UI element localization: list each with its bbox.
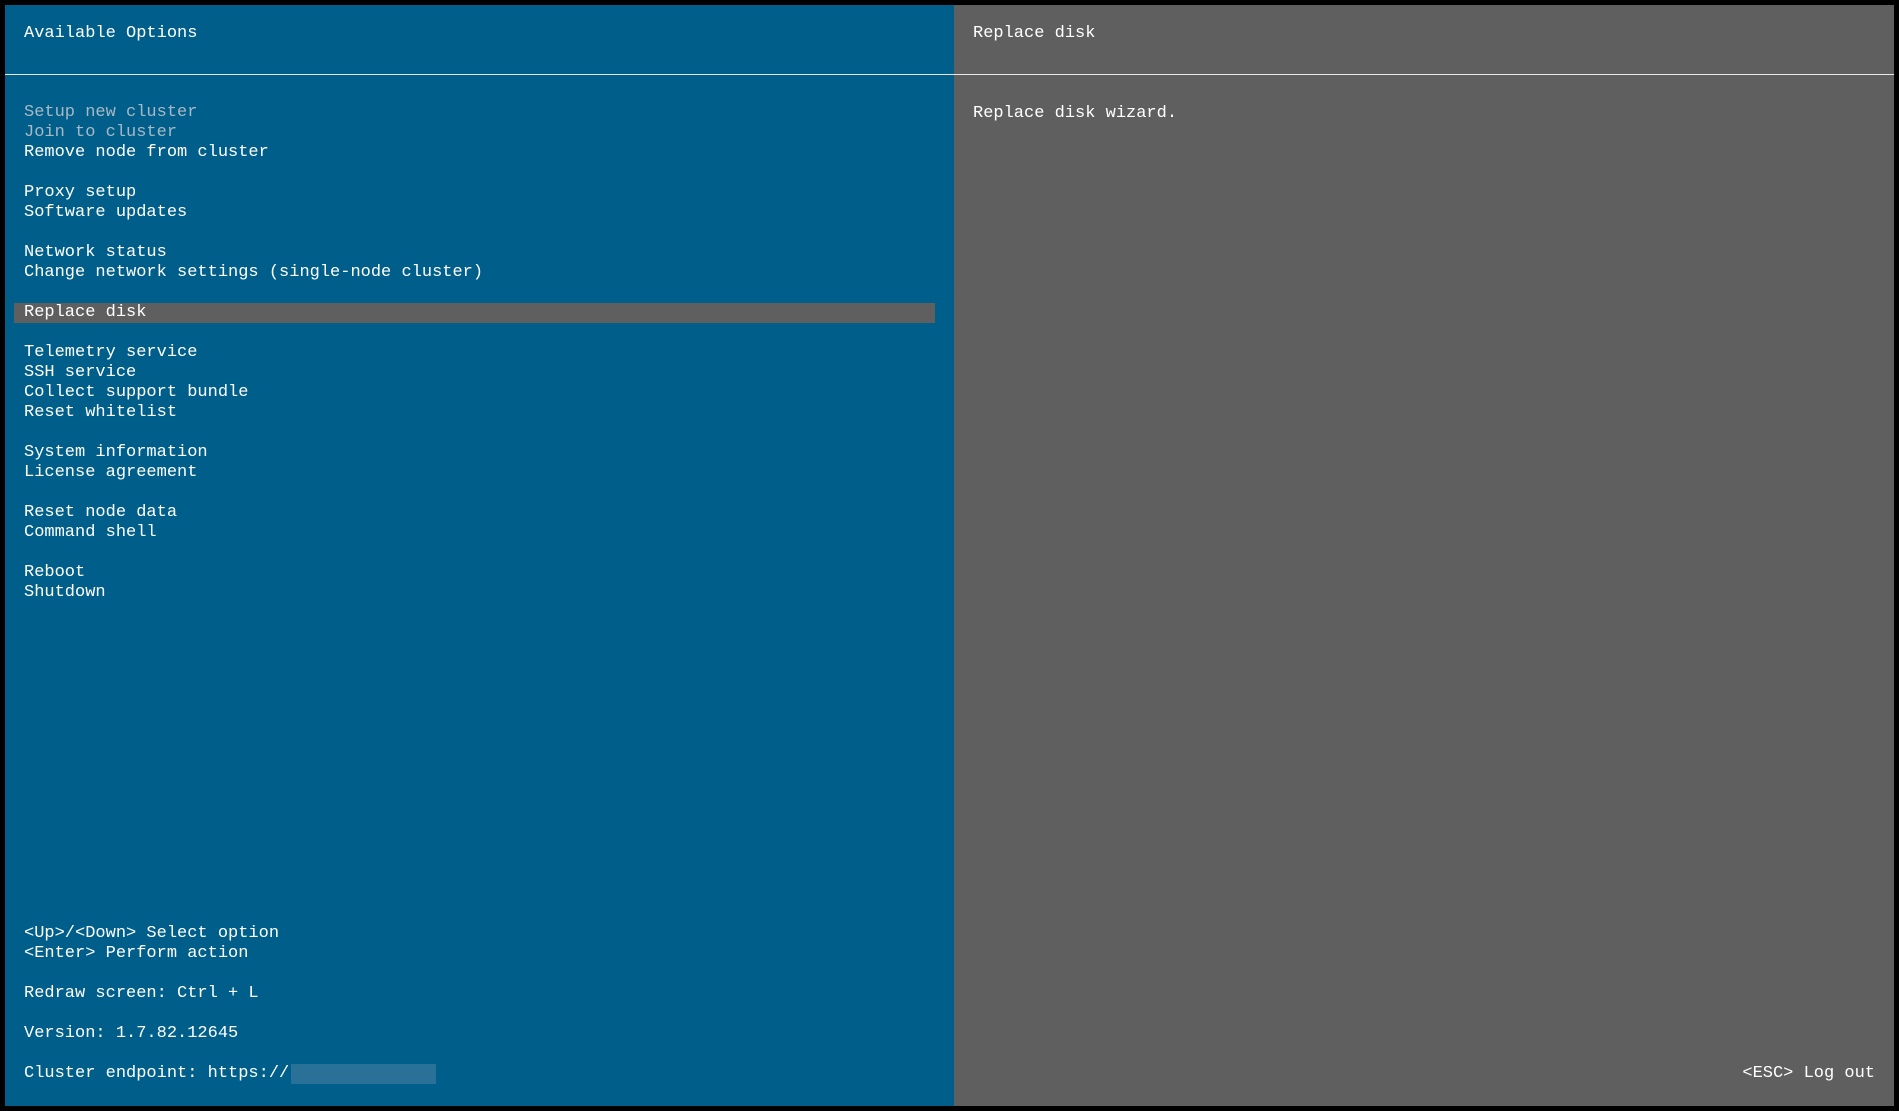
footer-spacer xyxy=(24,964,436,984)
terminal-screen: Available Options Setup new cluster Join … xyxy=(5,5,1894,1106)
key-hints-footer: <Up>/<Down> Select option <Enter> Perfor… xyxy=(24,924,437,1084)
footer-spacer xyxy=(24,1044,436,1064)
enter-hint: <Enter> Perform action xyxy=(24,944,249,963)
menu-item-reset-whitelist[interactable]: Reset whitelist xyxy=(14,403,935,423)
cluster-endpoint-label: Cluster endpoint: https:// xyxy=(24,1064,290,1083)
menu-item-setup-new-cluster: Setup new cluster xyxy=(24,103,198,122)
menu-item-software-updates[interactable]: Software updates xyxy=(14,203,935,223)
menu-group-separator xyxy=(14,483,935,503)
menu-group-separator xyxy=(14,543,935,563)
options-pane-title: Available Options xyxy=(24,24,198,43)
cluster-endpoint: Cluster endpoint: https:// xyxy=(24,1064,437,1084)
details-description: Replace disk wizard. xyxy=(973,104,1178,123)
menu-item-collect-support-bundle[interactable]: Collect support bundle xyxy=(14,383,935,403)
menu-group-separator xyxy=(14,223,935,243)
menu-item-join-to-cluster: Join to cluster xyxy=(24,123,178,142)
menu-item-reboot[interactable]: Reboot xyxy=(14,563,935,583)
footer-spacer xyxy=(24,1004,436,1024)
redacted-endpoint-host xyxy=(291,1064,437,1084)
menu-item-ssh-service[interactable]: SSH service xyxy=(14,363,935,383)
menu-item-license-agreement[interactable]: License agreement xyxy=(14,463,935,483)
menu-item-proxy-setup[interactable]: Proxy setup xyxy=(14,183,935,203)
logout-hint[interactable]: <ESC> Log out xyxy=(1742,1064,1875,1084)
version-label: Version: 1.7.82.12645 xyxy=(24,1024,239,1043)
options-menu: Setup new cluster Join to cluster Remove n… xyxy=(14,103,935,603)
menu-item-shutdown[interactable]: Shutdown xyxy=(14,583,935,603)
menu-group-separator xyxy=(14,163,935,183)
menu-item-remove-node-from-cluster[interactable]: Remove node from cluster xyxy=(14,143,935,163)
navigation-hint: <Up>/<Down> Select option xyxy=(24,924,280,943)
options-pane: Available Options Setup new cluster Join … xyxy=(5,5,954,1106)
header-divider xyxy=(5,74,1894,75)
menu-group-separator xyxy=(14,323,935,343)
menu-item-network-status[interactable]: Network status xyxy=(14,243,935,263)
menu-item-reset-node-data[interactable]: Reset node data xyxy=(14,503,935,523)
menu-item-telemetry-service[interactable]: Telemetry service xyxy=(14,343,935,363)
menu-item-change-network-settings-single-node-cluster[interactable]: Change network settings (single-node clu… xyxy=(14,263,935,283)
details-pane: Replace disk Replace disk wizard. <ESC> … xyxy=(954,5,1894,1106)
redraw-hint: Redraw screen: Ctrl + L xyxy=(24,984,259,1003)
menu-group-separator xyxy=(14,423,935,443)
menu-item-system-information[interactable]: System information xyxy=(14,443,935,463)
menu-item-command-shell[interactable]: Command shell xyxy=(14,523,935,543)
menu-item-replace-disk[interactable]: Replace disk xyxy=(14,303,935,323)
details-pane-title: Replace disk xyxy=(973,24,1096,43)
menu-group-separator xyxy=(14,283,935,303)
